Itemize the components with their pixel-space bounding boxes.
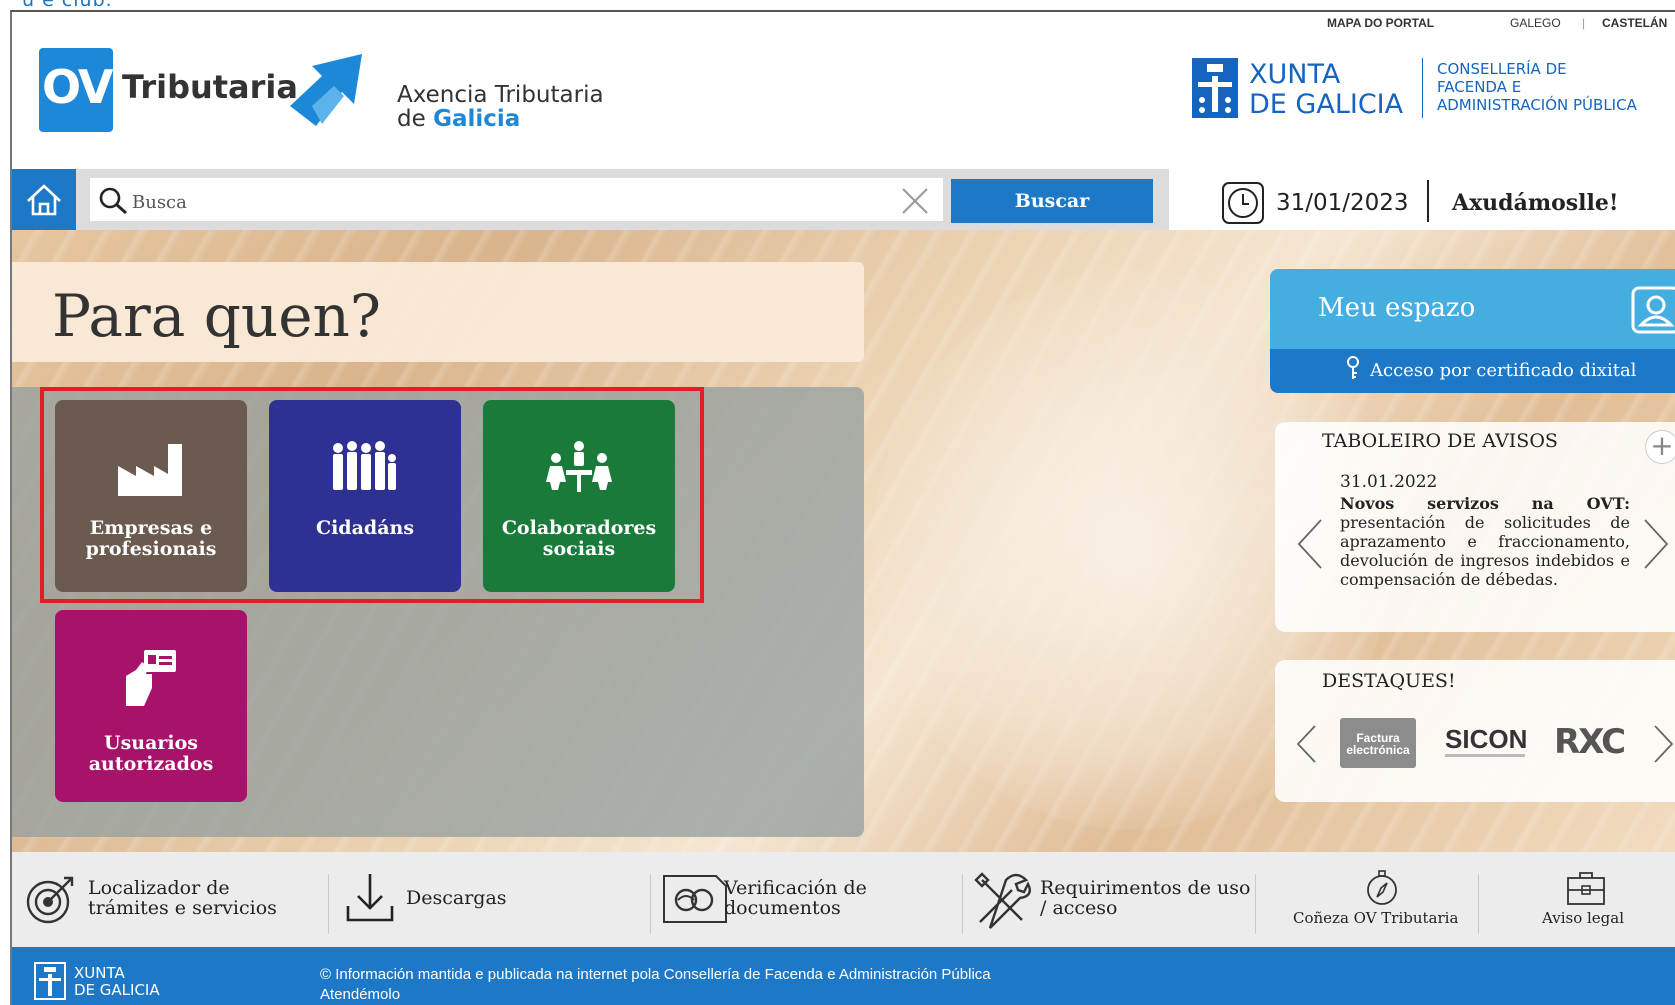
ov-logo[interactable]: OV — [39, 48, 113, 132]
aviso-date: 31.01.2022 — [1340, 472, 1438, 492]
id-card-hand-icon — [126, 650, 176, 706]
avisos-title: TABOLEIRO DE AVISOS — [1322, 430, 1558, 452]
clock-icon — [1222, 182, 1264, 224]
tile-usuarios-autorizados[interactable]: Usuarios autorizados — [55, 610, 247, 802]
footer-xunta-shield-icon — [34, 962, 66, 1000]
footer-xunta-wordmark: XUNTA DE GALICIA — [74, 964, 160, 999]
lang-separator: | — [1582, 16, 1586, 30]
rxc-logo[interactable]: RXC — [1554, 722, 1626, 762]
page-frame: MAPA DO PORTAL GALEGO | CASTELÁN OV Trib… — [10, 10, 1675, 1005]
certificate-access-link[interactable]: Acceso por certificado dixital — [1370, 360, 1636, 381]
meu-espazo-title: Meu espazo — [1318, 293, 1476, 323]
destaques-prev-arrow-icon[interactable] — [1295, 724, 1317, 764]
lang-galego-link[interactable]: GALEGO — [1510, 16, 1561, 30]
search-button[interactable]: Buscar — [951, 179, 1153, 223]
home-icon — [27, 184, 61, 216]
xunta-shield-icon — [1192, 58, 1238, 118]
xunta-wordmark: XUNTA DE GALICIA — [1249, 59, 1404, 120]
destaques-next-arrow-icon[interactable] — [1653, 724, 1675, 764]
search-placeholder: Busca — [132, 192, 187, 213]
home-button[interactable] — [12, 169, 76, 230]
current-date: 31/01/2023 — [1276, 190, 1409, 216]
download-icon — [346, 874, 394, 922]
help-link[interactable]: Axudámoslle! — [1452, 190, 1619, 216]
atendemolo-link[interactable]: Atendémolo — [320, 985, 991, 1005]
sicon-logo[interactable]: SICON — [1445, 724, 1527, 755]
agency-name-line1: Axencia Tributaria — [397, 82, 604, 108]
highlight-box — [40, 387, 704, 603]
conselleria-name: CONSELLERÍA DE FACENDA E ADMINISTRACIÓN PÚ… — [1437, 60, 1637, 114]
document-check-icon — [663, 875, 727, 923]
aviso-body[interactable]: Novos servizos na OVT: presentación de s… — [1340, 494, 1630, 589]
lang-castelan-link[interactable]: CASTELÁN — [1602, 16, 1667, 30]
avisos-next-arrow-icon[interactable] — [1641, 516, 1671, 572]
date-divider — [1427, 180, 1429, 222]
agency-arrow-icon — [290, 54, 362, 126]
compass-icon — [1367, 870, 1397, 905]
user-card-icon — [1631, 286, 1675, 334]
key-icon — [1347, 356, 1359, 379]
factura-electronica-logo[interactable]: Factura electrónica — [1340, 718, 1416, 768]
footer-info: © Información mantida e publicada na int… — [320, 966, 991, 1005]
search-input[interactable] — [90, 178, 943, 221]
briefcase-icon — [1567, 872, 1605, 905]
destaques-title: DESTAQUES! — [1322, 670, 1456, 692]
avisos-prev-arrow-icon[interactable] — [1295, 516, 1325, 572]
agency-name-line2: de Galicia — [397, 106, 521, 132]
tools-icon — [974, 872, 1031, 929]
clear-search-icon[interactable] — [900, 186, 930, 216]
mapa-portal-link[interactable]: MAPA DO PORTAL — [1327, 16, 1434, 30]
plus-icon[interactable]: + — [1645, 430, 1675, 464]
target-icon — [26, 876, 74, 924]
search-icon — [99, 187, 127, 215]
ov-logo-word: Tributaria — [122, 68, 298, 106]
page-title: Para quen? — [52, 282, 381, 350]
header-divider — [1422, 58, 1423, 118]
